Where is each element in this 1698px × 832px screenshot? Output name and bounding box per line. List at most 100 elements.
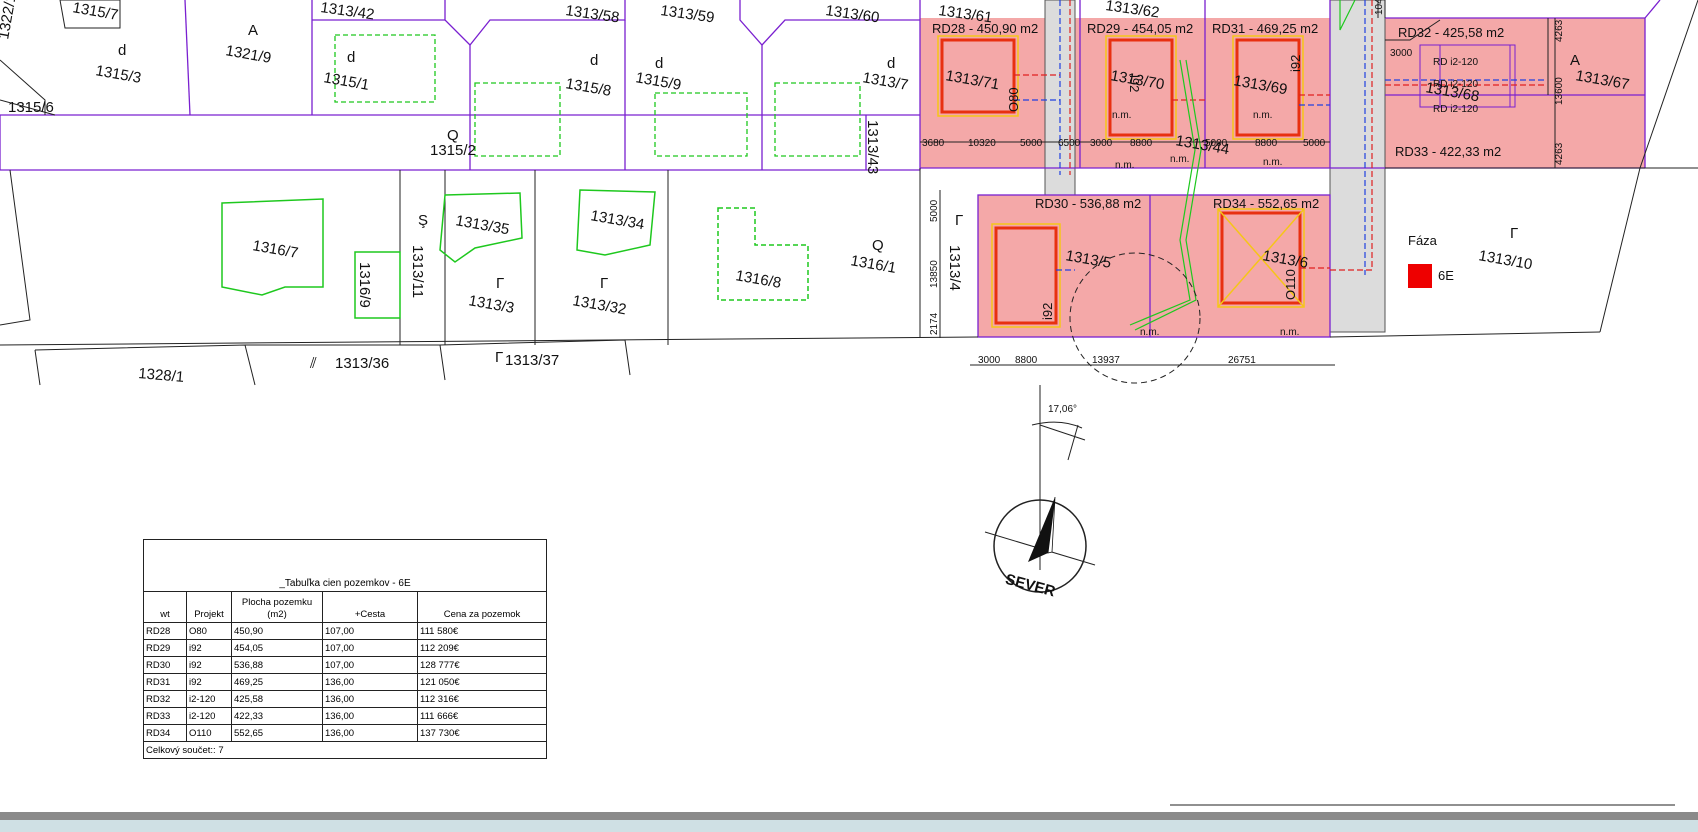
nm-label: n.m. [1140,327,1159,338]
parcel-1316-9: 1316/9 [356,262,373,308]
table-header-row: wt Projekt Plocha pozemku (m2) +Cesta Ce… [143,591,547,623]
dim-bottom-1: 8800 [1015,355,1038,366]
cell-cesta: 136,00 [322,724,418,742]
table-row: RD32 i2-120 425,58 136,00 112 316€ [143,690,547,708]
table-row: RD28 O80 450,90 107,00 111 580€ [143,622,547,640]
table-footer: Celkový součet:: 7 [143,741,547,759]
parcel-1315-7: 1315/7 [71,0,119,24]
nm-label: n.m. [1170,154,1189,165]
parcel-1313-7: 1313/7 [861,69,909,94]
parcel-1315-6: 1315/6 [8,99,54,116]
parcel-1328-1: 1328/1 [138,365,185,386]
parcel-1313-60: 1313/60 [824,2,880,26]
parcel-1313-32: 1313/32 [571,292,627,318]
cell-plocha: 536,88 [231,656,323,674]
parcel-1313-4: 1313/4 [946,245,963,291]
cell-wt: RD33 [143,707,187,725]
parcel-1315-3: 1315/3 [94,62,142,87]
cell-plocha: 454,05 [231,639,323,657]
dim-bottom-3: 26751 [1228,355,1256,366]
parcel-1313-11: 1313/11 [409,245,426,298]
dim-bottom-2: 13937 [1092,355,1120,366]
north-arrow: 17,06° SEVER [984,385,1096,601]
symbol-a: A [248,22,258,39]
symbol-r: Γ [496,275,504,292]
parcel-1316-8: 1316/8 [734,267,782,292]
cell-cena: 112 316€ [417,690,547,708]
plot-label-rd34: RD34 - 552,65 m2 [1213,196,1319,211]
parcel-1316-1: 1316/1 [849,252,897,277]
header-projekt: Projekt [186,591,232,623]
table-title: _Tabuľka cien pozemkov - 6E [143,539,547,592]
parcel-1315-2: 1315/2 [430,142,476,159]
symbol-r: Γ [1510,225,1518,242]
nm-label: n.m. [1263,157,1282,168]
cell-plocha: 425,58 [231,690,323,708]
cell-cena: 112 209€ [417,639,547,657]
house-code-rd29: i92 [1127,75,1142,92]
dim-top-0: 3680 [922,138,945,149]
parcel-1322-1: 1322/1 [0,0,20,41]
dim-vert-3: 4263 [1554,19,1565,42]
symbol-r: Γ [495,349,503,366]
plot-label-rd31: RD31 - 469,25 m2 [1212,21,1318,36]
window-status-strip [0,820,1698,832]
table-row: RD30 i92 536,88 107,00 128 777€ [143,656,547,674]
parcel-1315-1: 1315/1 [322,69,370,94]
cell-projekt: i92 [186,656,232,674]
symbol-a: A [1570,52,1580,69]
road-vertical [1329,0,1386,333]
cell-cesta: 107,00 [322,656,418,674]
header-cesta: +Cesta [322,591,418,623]
dim-vert-5: 4263 [1554,142,1565,165]
plot-label-rd28: RD28 - 450,90 m2 [932,21,1038,36]
plot-rd30 [978,195,1150,337]
header-plocha: Plocha pozemku (m2) [231,591,323,623]
plot-label-rd33: RD33 - 422,33 m2 [1395,144,1501,159]
nm-label: n.m. [1280,327,1299,338]
window-bottom-bar [0,812,1698,820]
cell-projekt: O80 [186,622,232,640]
dim-vert-2: 2174 [929,312,940,335]
north-label: SEVER [1004,571,1058,601]
dim-top-8: 5000 [1303,138,1326,149]
cell-wt: RD30 [143,656,187,674]
dim-top-4: 3000 [1090,138,1113,149]
price-table: _Tabuľka cien pozemkov - 6E wt Projekt P… [143,539,547,759]
symbol-q: Q [447,127,459,144]
cell-projekt: i2-120 [186,690,232,708]
dim-top-5: 8800 [1130,138,1153,149]
dim-vert-6: 10493 [1374,0,1385,15]
symbol-d: d [347,49,355,66]
cell-plocha: 552,65 [231,724,323,742]
parcel-1313-58: 1313/58 [564,2,620,26]
symbol-q: Q [872,237,884,254]
nm-label: n.m. [1253,110,1272,121]
existing-buildings-solid [221,189,809,319]
cell-cesta: 136,00 [322,690,418,708]
dim-vert-1: 13850 [929,260,940,288]
dim-top-3: 6500 [1058,138,1081,149]
cell-wt: RD34 [143,724,187,742]
dim-top-1: 10320 [968,138,996,149]
parcel-1313-34: 1313/34 [589,207,645,233]
cell-plocha: 469,25 [231,673,323,691]
cell-cesta: 107,00 [322,639,418,657]
parcel-1313-3: 1313/3 [467,292,515,317]
symbol-d: d [887,55,895,72]
cell-plocha: 422,33 [231,707,323,725]
phase-swatch [1408,264,1432,288]
cell-projekt: O110 [186,724,232,742]
symbol-r: Γ [600,275,608,292]
dim-top-7: 8800 [1255,138,1278,149]
house-code-rd34: O110 [1283,269,1298,300]
cell-wt: RD32 [143,690,187,708]
parcel-1315-9: 1315/9 [634,69,682,94]
dim-bottom-0: 3000 [978,355,1001,366]
rd-label-3: RD i2-120 [1433,104,1478,115]
cell-wt: RD28 [143,622,187,640]
parcel-1313-59: 1313/59 [659,2,715,26]
symbol-d: d [655,55,663,72]
table-row: RD31 i92 469,25 136,00 121 050€ [143,673,547,691]
dim-top-2: 5000 [1020,138,1043,149]
